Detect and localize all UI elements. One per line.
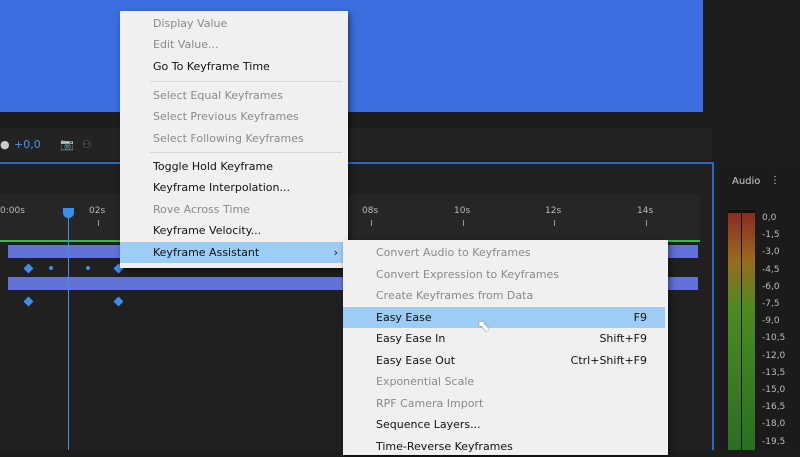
menu-item-label: Select Equal Keyframes (153, 89, 283, 102)
tick-label: 14s (637, 206, 654, 216)
menu-item-label: Create Keyframes from Data (376, 289, 534, 302)
menu-item-label: RPF Camera Import (376, 396, 484, 410)
submenu-arrow-icon: › (333, 246, 338, 259)
tick-mark (463, 220, 464, 226)
submenu-item-easy-ease[interactable]: Easy Ease F9 (343, 306, 665, 328)
menu-separator (150, 152, 342, 153)
submenu-item-easy-ease-out[interactable]: Easy Ease Out Ctrl+Shift+F9 (343, 350, 665, 371)
submenu-item-rpf-camera-import: RPF Camera Import (343, 393, 665, 414)
meter-level-label: -3,0 (762, 247, 780, 258)
menu-item-keyframe-velocity[interactable]: Keyframe Velocity... (120, 220, 348, 241)
exposure-value[interactable]: +0,0 (14, 138, 41, 151)
keyframe[interactable] (49, 266, 53, 270)
menu-item-label: Exponential Scale (376, 375, 475, 388)
menu-item-label: Select Following Keyframes (153, 132, 304, 145)
meter-level-label: -15,0 (762, 385, 786, 395)
menu-item-label: Edit Value... (153, 38, 219, 51)
menu-item-label: Select Previous Keyframes (153, 110, 299, 123)
menu-item-display-value: Display Value (120, 13, 348, 34)
menu-item-rove-across-time: Rove Across Time (120, 199, 348, 220)
menu-item-label: Go To Keyframe Time (153, 60, 270, 73)
meter-level-label: -9,0 (762, 316, 780, 327)
tick-label: 12s (545, 206, 562, 216)
playhead-line[interactable] (68, 208, 69, 450)
menu-item-label: Easy Ease Out (376, 353, 456, 367)
meter-level-label: -16,5 (762, 402, 786, 413)
menu-item-select-previous-keyframes: Select Previous Keyframes (120, 106, 348, 127)
meter-level-label: -10,5 (762, 333, 786, 344)
meter-level-label: -7,5 (762, 299, 780, 309)
meter-level-label: -6,0 (762, 281, 780, 292)
menu-item-keyframe-assistant[interactable]: Keyframe Assistant › (120, 242, 348, 263)
menu-item-edit-value: Edit Value... (120, 34, 348, 55)
tick-label: 08s (362, 206, 379, 216)
tick-label: 10s (454, 206, 471, 216)
menu-item-label: Easy Ease (376, 310, 432, 324)
menu-item-label: Toggle Hold Keyframe (153, 160, 273, 173)
menu-item-label: Sequence Layers... (376, 418, 481, 431)
panel-menu-icon[interactable]: ⋮ (770, 175, 780, 186)
submenu-item-create-keyframes-from-data: Create Keyframes from Data (343, 285, 665, 306)
composition-viewer[interactable] (0, 0, 703, 112)
audio-title: Audio (732, 176, 761, 187)
exposure-reset-icon[interactable]: ● (0, 138, 10, 151)
menu-item-select-equal-keyframes: Select Equal Keyframes (120, 85, 348, 106)
menu-item-label: Display Value (153, 17, 228, 30)
show-snapshot-icon[interactable]: ⚇ (82, 138, 92, 151)
playhead-handle[interactable] (63, 208, 74, 218)
tick-mark (371, 220, 372, 226)
tick-mark (98, 220, 99, 226)
keyframe-context-menu: Display Value Edit Value... Go To Keyframe… (120, 11, 348, 268)
menu-item-label: Convert Expression to Keyframes (376, 267, 560, 281)
viewer-toolbar: ● +0,0 📷 ⚇ (0, 128, 712, 160)
submenu-item-convert-expression-to-keyframes: Convert Expression to Keyframes (343, 264, 665, 285)
keyframe[interactable] (86, 266, 90, 270)
meter-level-label: 0,0 (762, 213, 777, 223)
submenu-item-convert-audio-to-keyframes: Convert Audio to Keyframes (343, 242, 665, 263)
submenu-item-easy-ease-in[interactable]: Easy Ease In Shift+F9 (343, 328, 665, 349)
audio-meter (728, 210, 755, 450)
menu-item-label: Rove Across Time (153, 203, 250, 216)
menu-item-toggle-hold-keyframe[interactable]: Toggle Hold Keyframe (120, 156, 348, 177)
time-ruler[interactable]: 0:00s 02s 08s 10s 12s 14s (0, 194, 700, 242)
menu-item-label: Keyframe Interpolation... (153, 181, 290, 194)
meter-level-label: -4,5 (762, 264, 780, 275)
tick-mark (554, 220, 555, 226)
menu-item-label: Convert Audio to Keyframes (376, 246, 531, 259)
menu-item-select-following-keyframes: Select Following Keyframes (120, 128, 348, 149)
shortcut-label: Ctrl+Shift+F9 (570, 353, 647, 367)
submenu-item-time-reverse-keyframes[interactable]: Time-Reverse Keyframes (343, 436, 665, 457)
menu-item-keyframe-interpolation[interactable]: Keyframe Interpolation... (120, 177, 348, 198)
meter-level-label: -12,0 (762, 350, 786, 361)
shortcut-label: Shift+F9 (599, 332, 647, 345)
menu-item-label: Easy Ease In (376, 332, 446, 345)
meter-level-label: -18,0 (762, 419, 786, 430)
menu-item-label: Time-Reverse Keyframes (376, 439, 513, 453)
meter-level-label: -19,5 (762, 436, 786, 447)
snapshot-camera-icon[interactable]: 📷 (60, 138, 74, 151)
menu-separator (150, 81, 342, 82)
tick-label: 0:00s (0, 206, 25, 216)
meter-level-label: -13,5 (762, 367, 786, 378)
menu-item-go-to-keyframe-time[interactable]: Go To Keyframe Time (120, 56, 348, 77)
submenu-item-sequence-layers[interactable]: Sequence Layers... (343, 414, 665, 435)
shortcut-label: F9 (633, 310, 647, 324)
mouse-cursor-icon: ⬉ (477, 316, 491, 335)
keyframe-assistant-submenu: Convert Audio to Keyframes Convert Expres… (343, 240, 668, 455)
menu-item-label: Keyframe Assistant (153, 246, 260, 259)
tick-mark (646, 220, 647, 226)
meter-level-label: -1,5 (762, 230, 780, 241)
submenu-item-exponential-scale: Exponential Scale (343, 371, 665, 392)
menu-item-label: Keyframe Velocity... (153, 224, 262, 237)
tick-label: 02s (89, 206, 106, 216)
